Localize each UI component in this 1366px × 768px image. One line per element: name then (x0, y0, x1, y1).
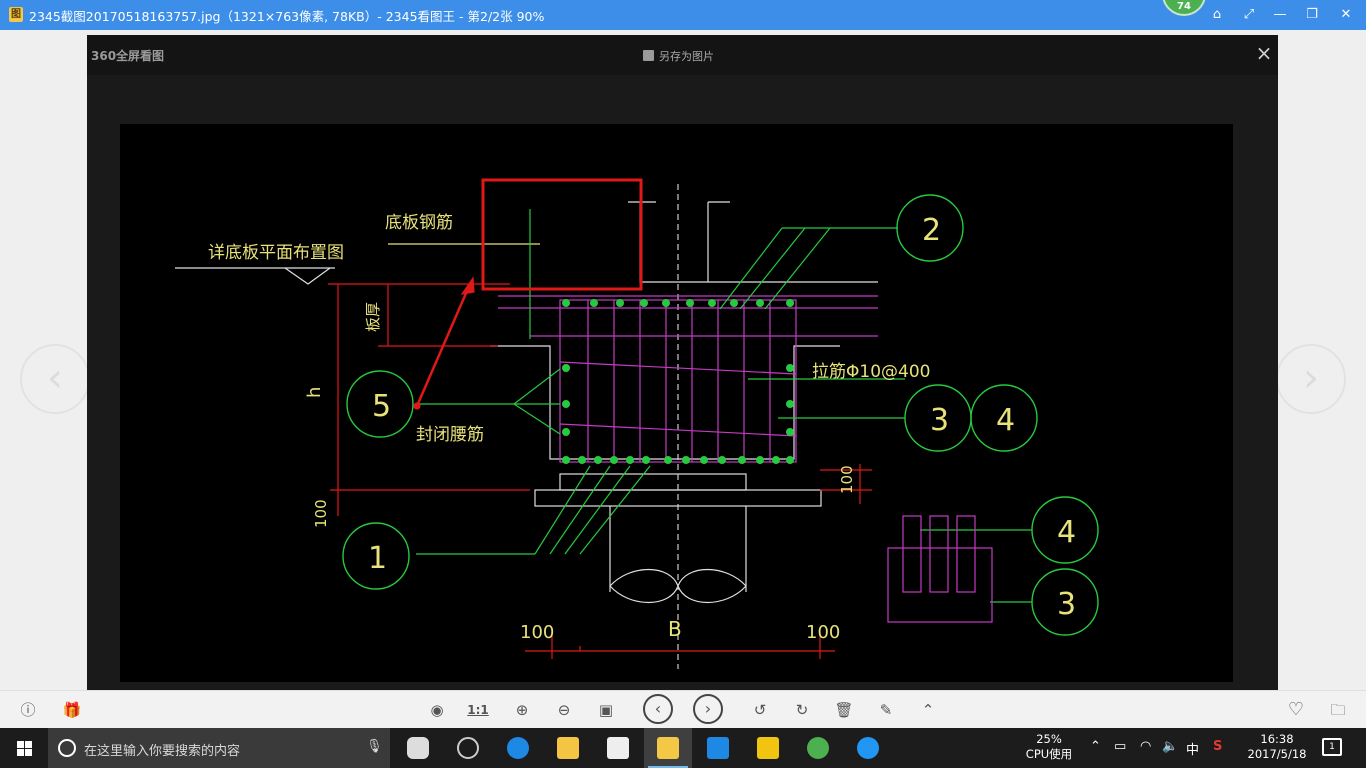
label-dim-100-bottom-right: 100 (806, 622, 840, 643)
label-width-b: B (668, 617, 682, 641)
save-icon (643, 50, 654, 61)
taskbar-app-settings[interactable] (444, 728, 492, 768)
window-title: 2345截图20170518163757.jpg（1321×763像素, 78K… (29, 9, 545, 24)
cpu-percent: 25% (1036, 732, 1062, 746)
app-icon: 图 (9, 7, 23, 22)
ime-indicator[interactable]: 中 (1186, 739, 1199, 758)
tie-bar (559, 361, 797, 375)
edit-icon[interactable]: ✎ (874, 699, 898, 721)
tray-chevron-icon[interactable]: ⌃ (1090, 739, 1101, 754)
label-height: h (304, 387, 325, 398)
taskbar-app-browser[interactable] (844, 728, 892, 768)
taskbar: 在这里输入你要搜索的内容 🎙 25% CPU使用 ⌃ ▭ ◠ 🔈 中 S 16:… (0, 728, 1366, 768)
fullscreen-icon[interactable]: ⤢ (1237, 4, 1261, 26)
label-dim-100-right: 100 (838, 465, 856, 494)
callout-circles (342, 194, 1099, 636)
search-placeholder: 在这里输入你要搜索的内容 (84, 744, 241, 759)
close-button[interactable]: ✕ (1334, 4, 1358, 26)
notification-center-icon[interactable]: 1 (1322, 738, 1342, 756)
callout-text-3: 3 (930, 403, 949, 438)
open-folder-icon[interactable]: 🗀 (1326, 699, 1350, 721)
label-dim-100-bottom-left: 100 (520, 622, 554, 643)
clock-time: 16:38 (1260, 732, 1294, 746)
cpu-label: CPU使用 (1025, 747, 1073, 761)
callout-text-1: 1 (368, 541, 387, 576)
more-icon[interactable]: ⌃ (916, 699, 940, 721)
label-tie-bar: 拉筋Φ10@400 (812, 362, 930, 382)
volume-icon[interactable]: 🔈 (1162, 739, 1178, 754)
window-titlebar: 图 2345截图20170518163757.jpg（1321×763像素, 7… (0, 0, 1366, 30)
viewer-logo: 360全屏看图 (91, 49, 165, 63)
mouse-icon[interactable]: ◉ (425, 699, 449, 721)
viewer-header: 360全屏看图 另存为图片 × (87, 35, 1278, 75)
prev-button[interactable]: ‹ (643, 694, 673, 724)
favorite-icon[interactable]: ♡ (1284, 699, 1308, 721)
save-as-image-label: 另存为图片 (659, 50, 714, 63)
cad-drawing: 底板钢筋 详底板平面布置图 板厚 h 拉筋Φ10@400 封闭腰筋 100 10… (120, 124, 1233, 682)
cortana-icon (58, 739, 76, 757)
minimize-button[interactable]: — (1268, 4, 1292, 26)
next-button[interactable]: › (693, 694, 723, 724)
highlight-arrow (415, 283, 472, 407)
callout-text-2: 2 (922, 213, 941, 248)
legend-sketch (887, 515, 993, 623)
info-icon[interactable]: ⓘ (16, 699, 40, 721)
zoom-in-icon[interactable]: ⊕ (510, 699, 534, 721)
highlight-box (481, 178, 643, 291)
taskbar-app-taskview[interactable] (394, 728, 442, 768)
callout-text-5: 5 (372, 389, 391, 424)
cad-drawing-svg: 底板钢筋 详底板平面布置图 板厚 h 拉筋Φ10@400 封闭腰筋 100 10… (175, 178, 1099, 669)
dimension-lines (328, 283, 872, 659)
wifi-icon[interactable]: ◠ (1140, 739, 1151, 754)
start-button[interactable] (0, 728, 48, 768)
zoom-out-icon[interactable]: ⊖ (552, 699, 576, 721)
label-floor-rebar: 底板钢筋 (385, 213, 453, 233)
label-closed-waist-bar: 封闭腰筋 (416, 425, 484, 445)
callout-text-4b: 4 (1057, 515, 1076, 550)
gift-icon[interactable]: 🎁 (60, 699, 84, 721)
taskbar-app-2345viewer[interactable] (644, 728, 692, 768)
badge-score[interactable]: 74 (1162, 0, 1206, 16)
cpu-usage[interactable]: 25% CPU使用 (1022, 732, 1076, 762)
label-slab-thickness: 板厚 (364, 302, 382, 332)
taskbar-app-yellow[interactable] (744, 728, 792, 768)
taskbar-app-blue[interactable] (694, 728, 742, 768)
bottom-toolbar: ⓘ 🎁 ◉ 1:1 ⊕ ⊖ ▣ ‹ › ↺ ↻ 🗑 ✎ ⌃ ♡ 🗀 (0, 690, 1366, 728)
delete-icon[interactable]: 🗑 (832, 699, 856, 721)
slab-outline (639, 202, 878, 283)
callout-text-3b: 3 (1057, 587, 1076, 622)
label-dim-100-left: 100 (312, 499, 330, 528)
sogou-icon[interactable]: S (1213, 739, 1222, 754)
stirrup-verticals (587, 300, 771, 462)
skin-icon[interactable]: ⌂ (1205, 4, 1229, 26)
prev-image-arrow[interactable]: ‹ (20, 344, 90, 414)
rotate-right-icon[interactable]: ↻ (790, 699, 814, 721)
fullscreen-viewer: 360全屏看图 另存为图片 × 底板钢筋 详底板平面布置图 板厚 h 拉筋Φ10… (87, 35, 1278, 690)
taskbar-app-360[interactable] (794, 728, 842, 768)
taskbar-app-store[interactable] (594, 728, 642, 768)
callout-text-4: 4 (996, 403, 1015, 438)
level-mark (284, 267, 331, 285)
taskbar-app-edge[interactable] (494, 728, 542, 768)
viewer-close-button[interactable]: × (1252, 41, 1276, 65)
maximize-button[interactable]: ❐ (1300, 4, 1324, 26)
actual-size-button[interactable]: 1:1 (466, 699, 490, 721)
taskbar-app-explorer[interactable] (544, 728, 592, 768)
next-image-arrow[interactable]: › (1276, 344, 1346, 414)
clock[interactable]: 16:38 2017/5/18 (1240, 732, 1314, 762)
save-as-image-button[interactable]: 另存为图片 (643, 48, 714, 64)
taskbar-search[interactable]: 在这里输入你要搜索的内容 🎙 (48, 728, 390, 768)
mic-icon[interactable]: 🎙 (366, 739, 383, 754)
label-floor-plan-ref: 详底板平面布置图 (208, 243, 344, 263)
rotate-left-icon[interactable]: ↺ (748, 699, 772, 721)
battery-icon[interactable]: ▭ (1114, 739, 1126, 754)
clock-date: 2017/5/18 (1247, 747, 1307, 761)
slideshow-icon[interactable]: ▣ (594, 699, 618, 721)
